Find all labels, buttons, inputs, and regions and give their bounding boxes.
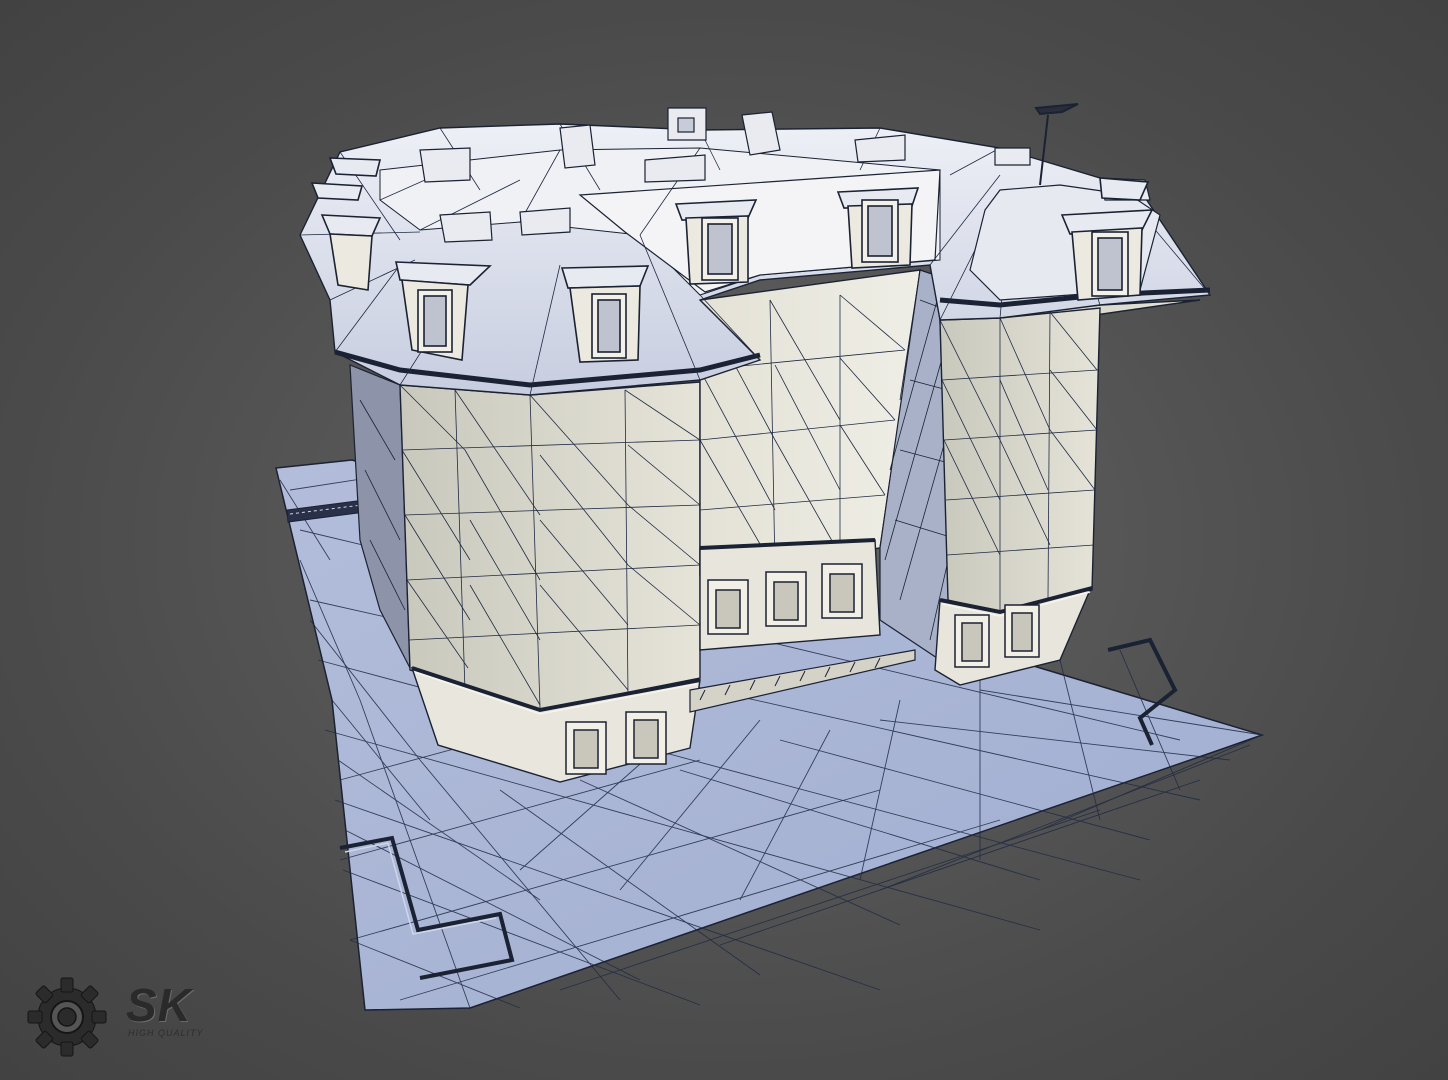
brand-name: SK bbox=[126, 979, 192, 1031]
building-wireframe-render bbox=[275, 103, 1265, 1011]
gear-icon bbox=[27, 977, 107, 1057]
brand-tagline: HIGH QUALITY bbox=[128, 1028, 204, 1038]
brand-logo: SK HIGH QUALITY bbox=[22, 972, 212, 1062]
3d-viewport[interactable]: SK HIGH QUALITY bbox=[0, 0, 1448, 1080]
